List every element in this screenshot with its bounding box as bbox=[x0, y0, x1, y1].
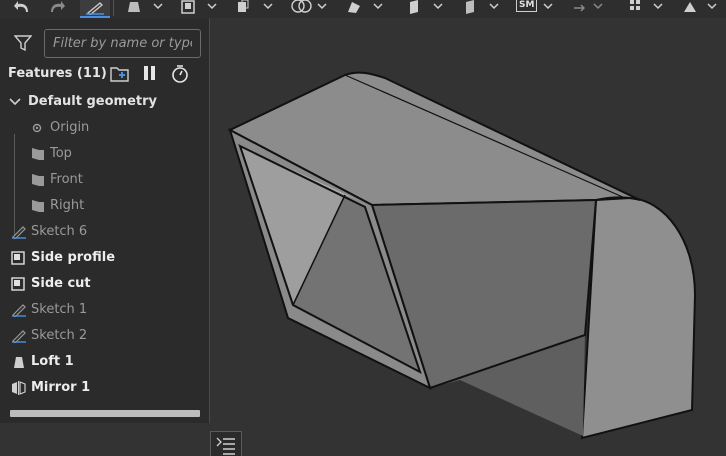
sheet-metal-button[interactable]: SM bbox=[514, 0, 564, 14]
tree-item-label: Origin bbox=[50, 120, 90, 135]
pattern-icon[interactable] bbox=[626, 0, 674, 14]
add-folder-icon[interactable] bbox=[110, 65, 130, 83]
sketch-button[interactable] bbox=[80, 0, 110, 18]
fillet-icon[interactable] bbox=[344, 0, 394, 14]
filter-input[interactable] bbox=[44, 29, 201, 58]
chevron-down-icon[interactable] bbox=[8, 95, 22, 109]
mirror-icon bbox=[12, 381, 26, 395]
sheet-metal-plane-icon[interactable] bbox=[460, 0, 506, 14]
transform-icon[interactable] bbox=[570, 0, 616, 14]
tree-item-label: Front bbox=[50, 172, 83, 187]
feature-list-toggle-button[interactable] bbox=[210, 431, 242, 456]
feature-list-panel: Features (11) Default geometry bbox=[0, 18, 210, 423]
filter-icon[interactable] bbox=[14, 35, 32, 51]
tree-guide-line bbox=[14, 134, 15, 236]
rollback-bar[interactable] bbox=[10, 410, 200, 417]
tree-item-label: Sketch 2 bbox=[31, 328, 88, 343]
tree-folder-label: Default geometry bbox=[28, 94, 158, 109]
cad-app: SM Filter by name or type Features (11) … bbox=[0, 0, 726, 456]
tree-item-label: Side cut bbox=[31, 276, 91, 291]
list-icon bbox=[216, 437, 235, 455]
extrude-icon bbox=[11, 251, 25, 265]
timer-icon[interactable] bbox=[171, 65, 189, 83]
loft-icon bbox=[14, 357, 24, 368]
3d-viewport[interactable] bbox=[210, 18, 726, 456]
origin-icon bbox=[32, 123, 42, 133]
extrude-icon bbox=[11, 277, 25, 291]
chevron-down-icon bbox=[543, 3, 553, 10]
plane-icon bbox=[32, 174, 44, 186]
plane-icon[interactable] bbox=[404, 0, 450, 14]
tree-item-label: Sketch 6 bbox=[31, 224, 88, 239]
shell-icon[interactable] bbox=[232, 0, 278, 14]
loft-icon[interactable] bbox=[120, 0, 166, 14]
tree-item-label: Right bbox=[50, 198, 85, 213]
extrude-icon[interactable] bbox=[176, 0, 228, 14]
redo-icon[interactable] bbox=[47, 0, 65, 14]
sketch-icon bbox=[86, 2, 104, 16]
feature-toolbar: SM bbox=[0, 0, 726, 18]
toolbar-divider bbox=[113, 0, 114, 16]
tree-item-label: Sketch 1 bbox=[31, 302, 88, 317]
plane-icon bbox=[32, 148, 44, 160]
boolean-icon[interactable] bbox=[288, 0, 334, 14]
sketch-icon bbox=[12, 226, 26, 239]
pause-icon[interactable] bbox=[143, 65, 157, 81]
rounded-cap-face bbox=[580, 196, 697, 440]
sm-icon: SM bbox=[516, 0, 538, 12]
tree-item-label: Side profile bbox=[31, 250, 116, 265]
tree-item-label: Mirror 1 bbox=[31, 380, 91, 395]
tree-item-label: Loft 1 bbox=[31, 354, 74, 369]
sketch-icon bbox=[12, 330, 26, 343]
more-tools-icon[interactable] bbox=[680, 0, 726, 14]
plane-icon bbox=[32, 200, 44, 212]
undo-icon[interactable] bbox=[14, 0, 32, 14]
sketch-icon bbox=[12, 304, 26, 317]
tree-item-label: Top bbox=[50, 146, 72, 161]
features-header: Features (11) bbox=[8, 66, 107, 81]
